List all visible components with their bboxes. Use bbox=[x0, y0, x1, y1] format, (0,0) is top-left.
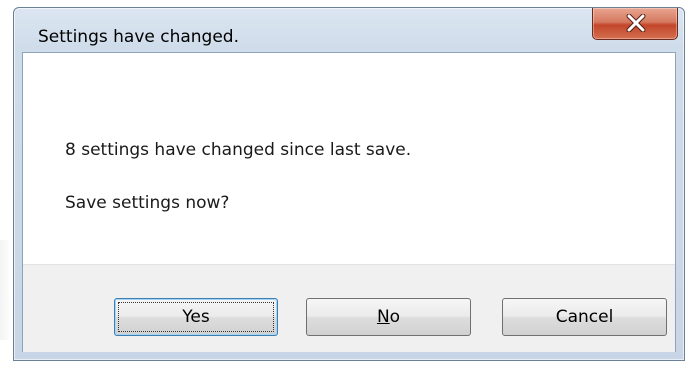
dialog-client-area: 8 settings have changed since last save.… bbox=[22, 52, 676, 352]
close-button[interactable] bbox=[592, 8, 678, 40]
yes-button[interactable]: Yes bbox=[114, 298, 278, 336]
message-area: 8 settings have changed since last save.… bbox=[23, 53, 675, 264]
message-changed-count: 8 settings have changed since last save. bbox=[65, 140, 412, 160]
title-bar[interactable]: Settings have changed. bbox=[14, 8, 684, 52]
no-mnemonic: N bbox=[376, 307, 390, 327]
dialog-title: Settings have changed. bbox=[38, 27, 240, 47]
no-label-rest: o bbox=[389, 307, 401, 327]
message-save-prompt: Save settings now? bbox=[65, 193, 230, 213]
cancel-button-label: Cancel bbox=[555, 307, 614, 327]
background-shadow bbox=[0, 240, 12, 340]
no-button[interactable]: No bbox=[306, 298, 471, 336]
screen-background: Settings have changed. 8 settings have c… bbox=[0, 0, 697, 371]
no-button-label: No bbox=[377, 307, 400, 327]
dialog-window: Settings have changed. 8 settings have c… bbox=[13, 7, 685, 361]
yes-button-label: Yes bbox=[182, 307, 210, 327]
button-bar: Yes No Cancel bbox=[23, 264, 675, 352]
cancel-button[interactable]: Cancel bbox=[502, 298, 667, 336]
close-icon bbox=[626, 14, 646, 32]
